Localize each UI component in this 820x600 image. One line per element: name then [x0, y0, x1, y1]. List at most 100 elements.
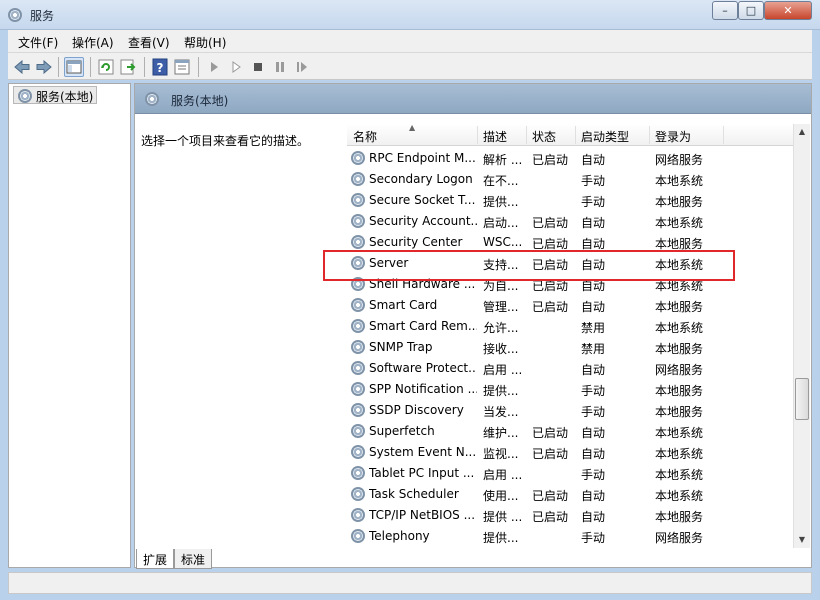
service-name: Task Scheduler: [369, 487, 459, 501]
table-row[interactable]: Secure Socket T... 提供... 手动 本地服务: [347, 190, 795, 211]
table-row[interactable]: System Event N... 监视... 已启动 自动 本地系统: [347, 442, 795, 463]
table-row[interactable]: SSDP Discovery 当发... 手动 本地服务: [347, 400, 795, 421]
panel-title: 服务(本地): [171, 94, 229, 108]
service-logon-as: 本地服务: [655, 300, 704, 314]
status-bar: [8, 572, 812, 594]
table-row[interactable]: RPC Endpoint M... 解析 ... 已启动 自动 网络服务: [347, 148, 795, 169]
service-description: 提供...: [483, 384, 519, 398]
show-hide-tree-icon[interactable]: [64, 57, 84, 77]
service-status: 已启动: [532, 426, 569, 440]
maximize-button[interactable]: □: [738, 1, 764, 20]
tab-standard[interactable]: 标准: [174, 549, 213, 569]
service-startup-type: 手动: [581, 405, 606, 419]
table-row[interactable]: TCP/IP NetBIOS ... 提供 ... 已启动 自动 本地服务: [347, 505, 795, 526]
menu-bar: 文件(F) 操作(A) 查看(V) 帮助(H): [8, 30, 812, 52]
pause-service-icon[interactable]: [270, 57, 290, 77]
table-row[interactable]: Task Scheduler 使用... 已启动 自动 本地系统: [347, 484, 795, 505]
properties-icon[interactable]: [172, 57, 192, 77]
resume-service-icon[interactable]: [292, 57, 312, 77]
service-name: TCP/IP NetBIOS ...: [369, 508, 476, 522]
service-status: 已启动: [532, 489, 569, 503]
stop-service-icon[interactable]: [248, 57, 268, 77]
table-row[interactable]: Software Protect... 启用 ... 自动 网络服务: [347, 358, 795, 379]
service-description: 维护...: [483, 426, 519, 440]
service-logon-as: 本地系统: [655, 426, 704, 440]
service-name: Secure Socket T...: [369, 193, 476, 207]
sort-ascending-icon: ▲: [409, 124, 416, 132]
forward-icon[interactable]: [34, 57, 54, 77]
service-status: 已启动: [532, 447, 569, 461]
table-row[interactable]: Superfetch 维护... 已启动 自动 本地系统: [347, 421, 795, 442]
refresh-icon[interactable]: [96, 57, 116, 77]
service-name: Secondary Logon: [369, 172, 473, 186]
export-list-icon[interactable]: [118, 57, 138, 77]
service-logon-as: 网络服务: [655, 363, 704, 377]
console-tree: 服务(本地): [8, 83, 131, 568]
service-logon-as: 本地系统: [655, 468, 704, 482]
column-header-startup-type[interactable]: 启动类型: [581, 128, 629, 145]
table-row[interactable]: Telephony 提供... 手动 网络服务: [347, 526, 795, 547]
service-startup-type: 自动: [581, 447, 606, 461]
service-gear-icon: [351, 424, 365, 438]
service-gear-icon: [351, 382, 365, 396]
service-description: 解析 ...: [483, 153, 523, 167]
svg-text:?: ?: [157, 61, 164, 75]
service-startup-type: 手动: [581, 195, 606, 209]
column-header-status[interactable]: 状态: [532, 128, 556, 145]
service-status: 已启动: [532, 153, 569, 167]
minimize-button[interactable]: –: [712, 1, 738, 20]
column-header-logon-as[interactable]: 登录为: [655, 128, 691, 145]
service-startup-type: 自动: [581, 489, 606, 503]
services-panel: 服务(本地) 选择一个项目来查看它的描述。 名称 ▲ 描述 状态 启动类型 登录…: [134, 83, 812, 568]
service-startup-type: 自动: [581, 216, 606, 230]
menu-action[interactable]: 操作(A): [72, 34, 114, 51]
table-row[interactable]: Tablet PC Input ... 启用 ... 手动 本地系统: [347, 463, 795, 484]
service-description: 使用...: [483, 489, 519, 503]
help-icon[interactable]: ?: [150, 57, 170, 77]
services-table: 名称 ▲ 描述 状态 启动类型 登录为 RPC Endpoint M... 解析 …: [347, 124, 795, 548]
scrollbar-thumb[interactable]: [795, 378, 809, 420]
table-row[interactable]: SPP Notification ... 提供... 手动 本地服务: [347, 379, 795, 400]
vertical-scrollbar[interactable]: ▲ ▼: [793, 124, 810, 548]
service-startup-type: 自动: [581, 153, 606, 167]
menu-view[interactable]: 查看(V): [128, 34, 170, 51]
service-gear-icon: [351, 235, 365, 249]
service-startup-type: 自动: [581, 363, 606, 377]
service-gear-icon: [351, 466, 365, 480]
service-description: 启动...: [483, 216, 519, 230]
close-button[interactable]: ✕: [764, 1, 812, 20]
service-status: 已启动: [532, 510, 569, 524]
service-name: Security Account...: [369, 214, 477, 228]
table-row[interactable]: Security Account... 启动... 已启动 自动 本地系统: [347, 211, 795, 232]
panel-header: 服务(本地): [135, 84, 811, 114]
menu-help[interactable]: 帮助(H): [184, 34, 226, 51]
scroll-down-icon[interactable]: ▼: [794, 532, 810, 548]
service-startup-type: 自动: [581, 300, 606, 314]
menu-file[interactable]: 文件(F): [18, 34, 58, 51]
start-service-params-icon[interactable]: [226, 57, 246, 77]
service-description: 管理...: [483, 300, 519, 314]
tab-extended[interactable]: 扩展: [136, 549, 175, 569]
table-row[interactable]: SNMP Trap 接收... 禁用 本地服务: [347, 337, 795, 358]
scroll-up-icon[interactable]: ▲: [794, 124, 810, 140]
service-logon-as: 本地服务: [655, 384, 704, 398]
start-service-icon[interactable]: [204, 57, 224, 77]
table-row[interactable]: Secondary Logon 在不... 手动 本地系统: [347, 169, 795, 190]
service-gear-icon: [351, 151, 365, 165]
service-name: Security Center: [369, 235, 463, 249]
table-row[interactable]: Smart Card 管理... 已启动 自动 本地服务: [347, 295, 795, 316]
service-gear-icon: [351, 172, 365, 186]
service-logon-as: 本地系统: [655, 216, 704, 230]
tree-item-services-local[interactable]: 服务(本地): [13, 86, 98, 104]
service-logon-as: 本地系统: [655, 321, 704, 335]
service-startup-type: 手动: [581, 468, 606, 482]
service-logon-as: 本地服务: [655, 405, 704, 419]
column-header-name[interactable]: 名称: [353, 128, 377, 145]
column-header-description[interactable]: 描述: [483, 128, 507, 145]
service-startup-type: 手动: [581, 174, 606, 188]
service-gear-icon: [351, 340, 365, 354]
back-icon[interactable]: [12, 57, 32, 77]
service-logon-as: 网络服务: [655, 531, 704, 545]
service-logon-as: 本地系统: [655, 489, 704, 503]
table-row[interactable]: Smart Card Rem... 允许... 禁用 本地系统: [347, 316, 795, 337]
